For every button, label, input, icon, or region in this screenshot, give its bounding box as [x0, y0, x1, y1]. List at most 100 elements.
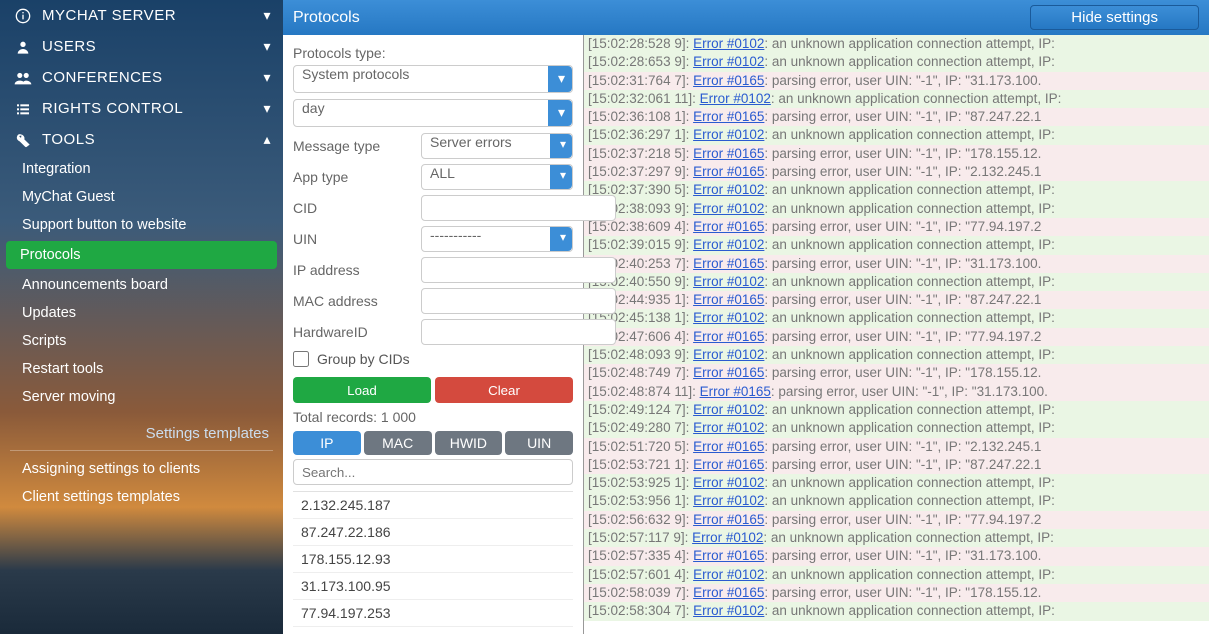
divider	[10, 450, 273, 451]
nav-group-label: USERS	[42, 38, 263, 55]
error-code-link[interactable]: Error #0102	[693, 274, 764, 289]
log-row: [15:02:49:124 7]: Error #0102: an unknow…	[584, 401, 1209, 419]
log-timestamp: [15:02:49:124 7]:	[588, 402, 693, 417]
log-message: : parsing error, user UIN: "-1", IP: "87…	[764, 457, 1041, 472]
error-code-link[interactable]: Error #0102	[693, 402, 764, 417]
error-code-link[interactable]: Error #0165	[693, 164, 764, 179]
users-icon	[12, 70, 34, 86]
log-row: [15:02:49:280 7]: Error #0102: an unknow…	[584, 419, 1209, 437]
log-timestamp: [15:02:53:721 1]:	[588, 457, 693, 472]
error-code-link[interactable]: Error #0165	[693, 457, 764, 472]
log-row: [15:02:37:218 5]: Error #0165: parsing e…	[584, 145, 1209, 163]
uin-select[interactable]: -----------	[421, 226, 573, 252]
ip-list-item[interactable]: 31.173.100.95	[293, 573, 573, 600]
ip-list-item[interactable]: 87.247.22.186	[293, 519, 573, 546]
error-code-link[interactable]: Error #0102	[693, 493, 764, 508]
error-code-link[interactable]: Error #0102	[693, 201, 764, 216]
nav-item-assigning-settings-to-clients[interactable]: Assigning settings to clients	[0, 455, 283, 483]
error-code-link[interactable]: Error #0165	[693, 439, 764, 454]
error-code-link[interactable]: Error #0102	[693, 603, 764, 618]
error-code-link[interactable]: Error #0102	[693, 347, 764, 362]
search-input[interactable]	[293, 459, 573, 485]
ip-list-item[interactable]: 91.239.68.78	[293, 627, 573, 634]
load-button[interactable]: Load	[293, 377, 431, 403]
error-code-link[interactable]: Error #0102	[693, 310, 764, 325]
log-row: [15:02:45:138 1]: Error #0102: an unknow…	[584, 309, 1209, 327]
tab-uin[interactable]: UIN	[505, 431, 573, 455]
log-message: : an unknown application connection atte…	[764, 182, 1054, 197]
log-pane[interactable]: [15:02:28:528 9]: Error #0102: an unknow…	[583, 35, 1209, 634]
log-message: : parsing error, user UIN: "-1", IP: "31…	[764, 73, 1041, 88]
nav-item-mychat-guest[interactable]: MyChat Guest	[0, 183, 283, 211]
tab-hwid[interactable]: HWID	[435, 431, 503, 455]
app-type-select[interactable]: ALL	[421, 164, 573, 190]
error-code-link[interactable]: Error #0165	[693, 73, 764, 88]
nav-item-announcements-board[interactable]: Announcements board	[0, 271, 283, 299]
error-code-link[interactable]: Error #0102	[693, 420, 764, 435]
nav-group-rights-control[interactable]: RIGHTS CONTROL▾	[0, 93, 283, 124]
error-code-link[interactable]: Error #0102	[693, 127, 764, 142]
log-message: : an unknown application connection atte…	[764, 420, 1054, 435]
cid-input[interactable]	[421, 195, 616, 221]
log-message: : parsing error, user UIN: "-1", IP: "31…	[764, 548, 1041, 563]
nav-item-updates[interactable]: Updates	[0, 299, 283, 327]
nav-item-support-button-to-website[interactable]: Support button to website	[0, 211, 283, 239]
log-row: [15:02:58:304 7]: Error #0102: an unknow…	[584, 602, 1209, 620]
error-code-link[interactable]: Error #0165	[693, 219, 764, 234]
error-code-link[interactable]: Error #0102	[693, 475, 764, 490]
nav-group-users[interactable]: USERS▾	[0, 31, 283, 62]
protocols-type-select[interactable]: System protocols	[293, 65, 573, 93]
chevron-down-icon: ▾	[263, 69, 271, 86]
ip-list-item[interactable]: 77.94.197.253	[293, 600, 573, 627]
error-code-link[interactable]: Error #0165	[693, 585, 764, 600]
log-message: : parsing error, user UIN: "-1", IP: "2.…	[764, 164, 1041, 179]
nav-item-client-settings-templates[interactable]: Client settings templates	[0, 483, 283, 511]
hw-input[interactable]	[421, 319, 616, 345]
log-row: [15:02:48:874 11]: Error #0165: parsing …	[584, 383, 1209, 401]
error-code-link[interactable]: Error #0165	[693, 292, 764, 307]
error-code-link[interactable]: Error #0102	[693, 567, 764, 582]
error-code-link[interactable]: Error #0102	[693, 36, 764, 51]
nav-group-tools[interactable]: TOOLS ▴	[0, 124, 283, 155]
error-code-link[interactable]: Error #0165	[693, 365, 764, 380]
error-code-link[interactable]: Error #0165	[700, 384, 771, 399]
error-code-link[interactable]: Error #0165	[693, 512, 764, 527]
ip-list-item[interactable]: 178.155.12.93	[293, 546, 573, 573]
nav-item-protocols[interactable]: Protocols	[6, 241, 277, 269]
nav-item-restart-tools[interactable]: Restart tools	[0, 355, 283, 383]
log-row: [15:02:57:601 4]: Error #0102: an unknow…	[584, 566, 1209, 584]
error-code-link[interactable]: Error #0165	[693, 109, 764, 124]
ip-list-item[interactable]: 2.132.245.187	[293, 492, 573, 519]
error-code-link[interactable]: Error #0102	[700, 91, 771, 106]
clear-button[interactable]: Clear	[435, 377, 573, 403]
error-code-link[interactable]: Error #0102	[693, 54, 764, 69]
log-row: [15:02:31:764 7]: Error #0165: parsing e…	[584, 72, 1209, 90]
mac-input[interactable]	[421, 288, 616, 314]
error-code-link[interactable]: Error #0165	[693, 548, 764, 563]
tab-mac[interactable]: MAC	[364, 431, 432, 455]
message-type-select[interactable]: Server errors	[421, 133, 573, 159]
period-select[interactable]: day	[293, 99, 573, 127]
nav-group-conferences[interactable]: CONFERENCES▾	[0, 62, 283, 93]
tab-ip[interactable]: IP	[293, 431, 361, 455]
nav-item-integration[interactable]: Integration	[0, 155, 283, 183]
log-row: [15:02:38:609 4]: Error #0165: parsing e…	[584, 218, 1209, 236]
nav-item-server-moving[interactable]: Server moving	[0, 383, 283, 411]
group-by-cids-checkbox[interactable]	[293, 351, 309, 367]
error-code-link[interactable]: Error #0165	[693, 146, 764, 161]
nav-item-scripts[interactable]: Scripts	[0, 327, 283, 355]
log-row: [15:02:53:956 1]: Error #0102: an unknow…	[584, 492, 1209, 510]
ip-input[interactable]	[421, 257, 616, 283]
log-timestamp: [15:02:57:117 9]:	[588, 530, 692, 545]
nav-group-mychat-server[interactable]: MYCHAT SERVER▾	[0, 0, 283, 31]
log-message: : parsing error, user UIN: "-1", IP: "17…	[764, 585, 1041, 600]
error-code-link[interactable]: Error #0102	[692, 530, 763, 545]
log-timestamp: [15:02:57:601 4]:	[588, 567, 693, 582]
hide-settings-button[interactable]: Hide settings	[1030, 5, 1199, 30]
error-code-link[interactable]: Error #0102	[693, 237, 764, 252]
log-timestamp: [15:02:51:720 5]:	[588, 439, 693, 454]
error-code-link[interactable]: Error #0165	[693, 256, 764, 271]
error-code-link[interactable]: Error #0165	[693, 329, 764, 344]
error-code-link[interactable]: Error #0102	[693, 182, 764, 197]
log-timestamp: [15:02:31:764 7]:	[588, 73, 693, 88]
